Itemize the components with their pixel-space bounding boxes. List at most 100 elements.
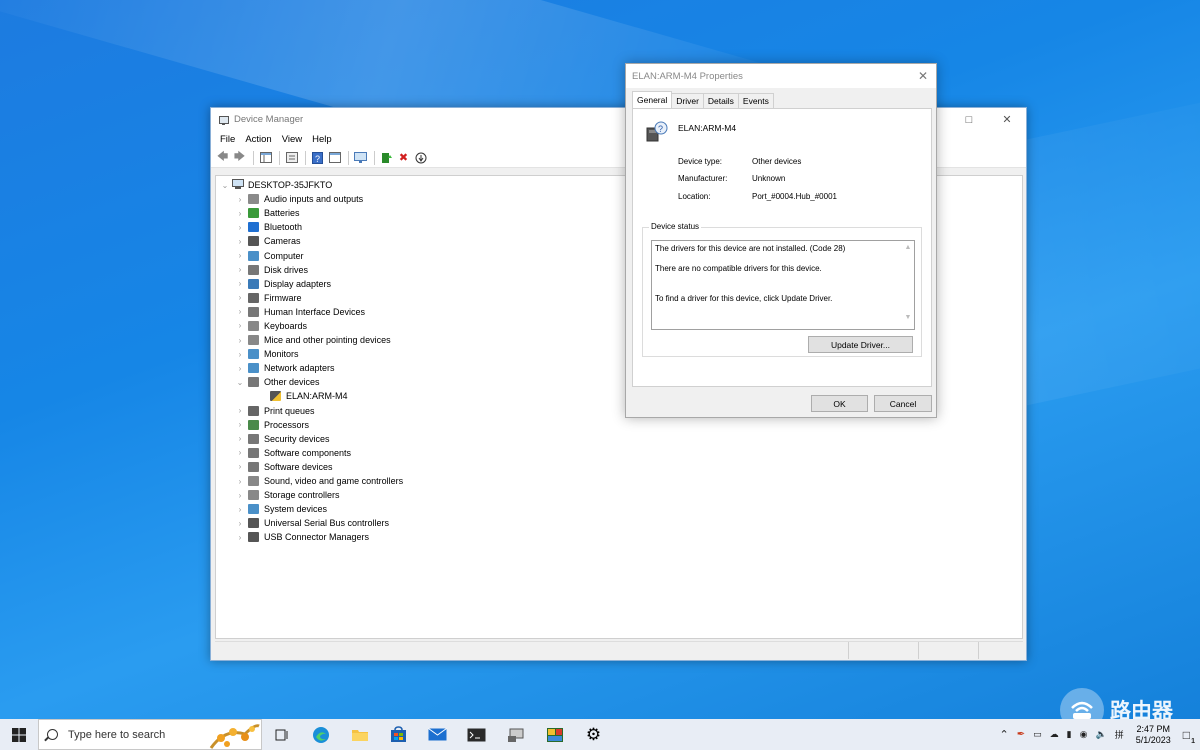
- expand-chevron-icon[interactable]: ›: [235, 364, 245, 373]
- task-view-icon[interactable]: [262, 719, 301, 750]
- expand-chevron-icon[interactable]: ›: [235, 209, 245, 218]
- root-label: DESKTOP-35JFKTO: [248, 180, 333, 191]
- usb-connector-icon: [248, 532, 259, 543]
- printer-icon: [248, 405, 259, 416]
- dialog-close-icon[interactable]: ✕: [918, 69, 928, 83]
- expand-chevron-icon[interactable]: ›: [235, 462, 245, 471]
- tree-item-label: Disk drives: [264, 264, 309, 275]
- expand-chevron-icon[interactable]: ›: [235, 448, 245, 457]
- expand-chevron-icon[interactable]: ›: [235, 251, 245, 260]
- ok-button[interactable]: OK: [811, 395, 868, 412]
- status-scrollbar[interactable]: ▲ ▼: [902, 241, 914, 329]
- edge-browser-icon[interactable]: [301, 719, 340, 750]
- tree-category[interactable]: › Processors: [216, 418, 1022, 432]
- menu-help[interactable]: Help: [307, 134, 337, 145]
- tree-category[interactable]: › Storage controllers: [216, 488, 1022, 502]
- tree-category[interactable]: › USB Connector Managers: [216, 530, 1022, 544]
- properties-icon[interactable]: [284, 151, 299, 165]
- search-box[interactable]: Type here to search: [38, 719, 262, 750]
- tab-general[interactable]: General: [632, 91, 673, 108]
- expand-chevron-icon[interactable]: ›: [235, 491, 245, 500]
- expand-chevron-icon[interactable]: ›: [235, 237, 245, 246]
- search-icon: [47, 729, 58, 740]
- show-hidden-icon[interactable]: [327, 151, 342, 165]
- tree-category[interactable]: › Universal Serial Bus controllers: [216, 516, 1022, 530]
- menu-view[interactable]: View: [277, 134, 307, 145]
- cloud-tray-icon[interactable]: ☁: [1050, 729, 1059, 740]
- start-button[interactable]: [0, 719, 38, 750]
- file-explorer-icon[interactable]: [340, 719, 379, 750]
- volume-tray-icon[interactable]: 🔈: [1095, 729, 1106, 740]
- maximize-button[interactable]: □: [950, 108, 988, 131]
- status-bar: [215, 641, 1023, 659]
- pen-tray-icon[interactable]: ✒: [1017, 729, 1025, 740]
- tree-category[interactable]: › Software components: [216, 446, 1022, 460]
- mail-icon[interactable]: [418, 719, 457, 750]
- uninstall-icon[interactable]: ✖: [396, 151, 411, 165]
- show-hide-console-tree-icon[interactable]: [258, 151, 273, 165]
- photos-app-icon[interactable]: [535, 719, 574, 750]
- expand-chevron-icon[interactable]: ›: [235, 406, 245, 415]
- update-driver-button[interactable]: Update Driver...: [808, 336, 913, 353]
- expand-chevron-icon[interactable]: ›: [235, 307, 245, 316]
- expand-chevron-icon[interactable]: ›: [235, 336, 245, 345]
- expand-chevron-icon[interactable]: ›: [235, 321, 245, 330]
- notification-center-icon[interactable]: □ 1: [1183, 728, 1195, 745]
- expand-chevron-icon[interactable]: ›: [235, 350, 245, 359]
- expand-chevron-icon[interactable]: ›: [235, 505, 245, 514]
- collapse-chevron-icon[interactable]: ⌄: [220, 181, 230, 190]
- expand-chevron-icon[interactable]: ›: [235, 265, 245, 274]
- location-label: Location:: [678, 192, 711, 201]
- expand-chevron-icon[interactable]: ›: [235, 279, 245, 288]
- menu-file[interactable]: File: [215, 134, 240, 145]
- tree-item-label: Network adapters: [264, 363, 335, 374]
- expand-chevron-icon[interactable]: ›: [235, 293, 245, 302]
- expand-chevron-icon[interactable]: ›: [235, 420, 245, 429]
- forward-arrow-icon[interactable]: 🡆: [232, 151, 247, 165]
- device-manager-taskbar-icon[interactable]: [496, 719, 535, 750]
- display-tray-icon[interactable]: ▭: [1033, 729, 1042, 740]
- clock[interactable]: 2:47 PM 5/1/2023: [1136, 724, 1171, 746]
- update-driver-icon[interactable]: [379, 151, 394, 165]
- tree-category[interactable]: › Sound, video and game controllers: [216, 474, 1022, 488]
- terminal-icon[interactable]: [457, 719, 496, 750]
- battery-tray-icon[interactable]: ▮: [1067, 729, 1072, 740]
- tree-item-label: Print queues: [264, 405, 315, 416]
- unknown-device-icon: [248, 377, 259, 388]
- tree-category[interactable]: › System devices: [216, 502, 1022, 516]
- tree-item-label: Firmware: [264, 292, 302, 303]
- tree-category[interactable]: › Software devices: [216, 460, 1022, 474]
- back-arrow-icon[interactable]: 🡄: [215, 151, 230, 165]
- expand-chevron-icon[interactable]: ›: [235, 195, 245, 204]
- settings-gear-icon[interactable]: ⚙: [574, 719, 613, 750]
- processor-icon: [248, 419, 259, 430]
- tab-driver[interactable]: Driver: [671, 93, 704, 108]
- tree-item-label: Bluetooth: [264, 222, 303, 233]
- cancel-button[interactable]: Cancel: [874, 395, 932, 412]
- properties-titlebar[interactable]: ELAN:ARM-M4 Properties ✕: [626, 64, 936, 88]
- tree-category[interactable]: › Security devices: [216, 432, 1022, 446]
- close-button[interactable]: ✕: [988, 108, 1026, 131]
- taskbar: Type here to search ⚙ ⌃ ✒ ▭ ☁ ▮ ◉ 🔈 拼 2:…: [0, 719, 1200, 750]
- expand-chevron-icon[interactable]: ›: [235, 519, 245, 528]
- help-icon[interactable]: ?: [310, 151, 325, 165]
- expand-chevron-icon[interactable]: ›: [235, 434, 245, 443]
- show-hidden-icons-icon[interactable]: ⌃: [1000, 728, 1009, 741]
- menu-action[interactable]: Action: [240, 134, 276, 145]
- storage-icon: [248, 490, 259, 501]
- search-highlight-icon: [205, 720, 261, 750]
- collapse-chevron-icon[interactable]: ⌄: [235, 378, 245, 387]
- expand-chevron-icon[interactable]: ›: [235, 533, 245, 542]
- properties-title: ELAN:ARM-M4 Properties: [632, 70, 743, 82]
- scan-hardware-icon[interactable]: [353, 151, 368, 165]
- wifi-tray-icon[interactable]: ◉: [1080, 729, 1088, 740]
- tab-events[interactable]: Events: [737, 93, 774, 108]
- store-icon[interactable]: [379, 719, 418, 750]
- battery-icon: [248, 208, 259, 219]
- enable-device-icon[interactable]: [413, 151, 428, 165]
- device-status-textbox[interactable]: The drivers for this device are not inst…: [651, 240, 915, 330]
- language-tray-icon[interactable]: 拼: [1115, 728, 1124, 741]
- expand-chevron-icon[interactable]: ›: [235, 223, 245, 232]
- tab-details[interactable]: Details: [702, 93, 739, 108]
- expand-chevron-icon[interactable]: ›: [235, 477, 245, 486]
